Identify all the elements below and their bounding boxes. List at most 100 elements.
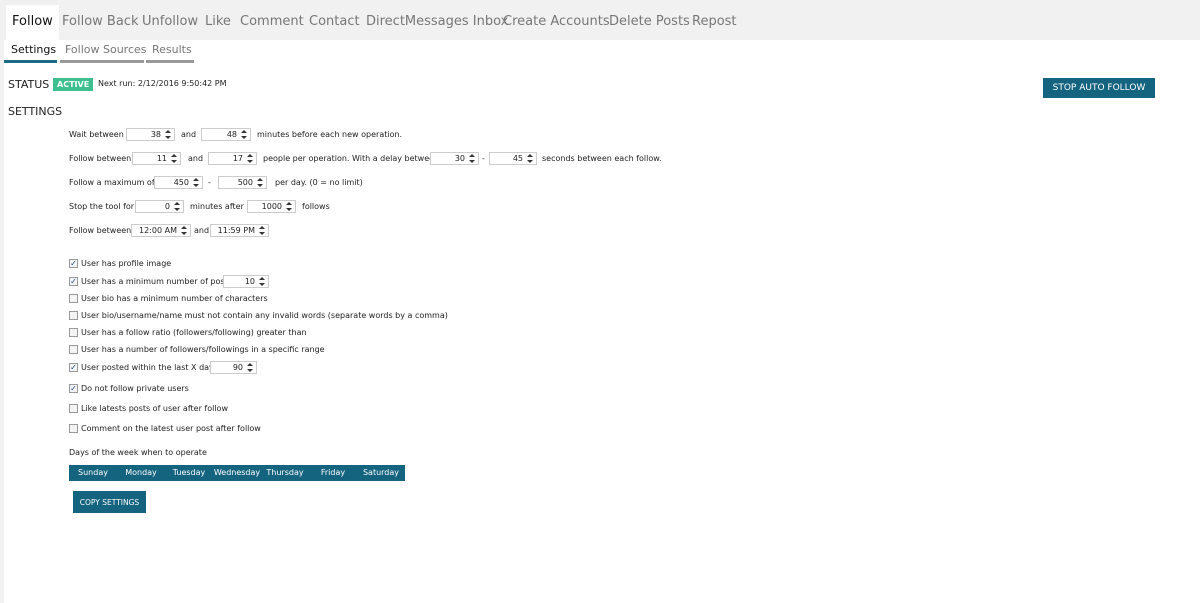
checkbox-label: User bio/username/name must not contain … [81, 311, 448, 320]
tab-unfollow[interactable]: Unfollow [142, 14, 198, 29]
tab-follow-back[interactable]: Follow Back [62, 14, 138, 29]
checkbox-label: User bio has a minimum number of charact… [81, 294, 268, 303]
tab-comment[interactable]: Comment [240, 14, 304, 29]
wait-max-stepper[interactable]: 48 [201, 128, 251, 141]
max-prefix: Follow a maximum of [69, 178, 155, 187]
spinner-arrows-icon[interactable] [258, 276, 265, 287]
posted-days-stepper[interactable]: 90 [210, 361, 257, 374]
checkbox-invalid-words[interactable] [69, 311, 78, 320]
follow-and: and [188, 154, 204, 163]
max-min-stepper[interactable]: 450 [154, 176, 203, 189]
day-sunday[interactable]: Sunday [69, 465, 117, 481]
checkbox-comment-post[interactable] [69, 424, 78, 433]
day-tuesday[interactable]: Tuesday [165, 465, 213, 481]
max-dash: - [208, 178, 211, 187]
content-panel: Settings Follow Sources Results STATUS A… [4, 40, 1200, 603]
subtab-settings[interactable]: Settings [11, 43, 56, 56]
checkbox-min-posts[interactable]: ✓ [69, 277, 78, 286]
spinner-arrows-icon[interactable] [256, 177, 263, 188]
stop-minutes-stepper[interactable]: 0 [135, 200, 184, 213]
subtab-results[interactable]: Results [152, 43, 192, 56]
settings-heading: SETTINGS [8, 105, 63, 118]
time-and: and [194, 226, 210, 235]
tab-direct-messages-inbox[interactable]: DirectMessages Inbox [366, 14, 508, 29]
stop-minutes-value: 0 [164, 202, 170, 211]
checkbox-label: Like latests posts of user after follow [81, 404, 228, 413]
day-saturday[interactable]: Saturday [357, 465, 405, 481]
max-min-value: 450 [173, 178, 189, 187]
spinner-arrows-icon[interactable] [246, 362, 253, 373]
follow-prefix: Follow between [69, 154, 132, 163]
checkbox-label: Comment on the latest user post after fo… [81, 424, 261, 433]
checkbox-bio-min-chars[interactable] [69, 294, 78, 303]
delay-min-value: 30 [454, 154, 465, 163]
spinner-arrows-icon[interactable] [192, 177, 199, 188]
checkbox-label: User has profile image [81, 259, 172, 268]
subtab-follow-sources-underline [60, 60, 144, 63]
time-end-picker[interactable]: 11:59 PM [210, 224, 269, 237]
checkbox-follow-ratio[interactable] [69, 328, 78, 337]
follow-min-stepper[interactable]: 11 [132, 152, 181, 165]
tab-create-accounts[interactable]: Create Accounts [503, 14, 610, 29]
spinner-arrows-icon[interactable] [246, 153, 253, 164]
subtab-follow-sources[interactable]: Follow Sources [65, 43, 147, 56]
wait-min-value: 38 [150, 130, 161, 139]
spinner-arrows-icon[interactable] [526, 153, 533, 164]
follow-max-stepper[interactable]: 17 [208, 152, 257, 165]
wait-and: and [181, 130, 197, 139]
follow-suffix: seconds between each follow. [542, 154, 662, 163]
follow-max-value: 17 [232, 154, 243, 163]
day-friday[interactable]: Friday [309, 465, 357, 481]
copy-settings-button[interactable]: COPY SETTINGS [73, 491, 146, 513]
checkbox-label: User has a follow ratio (followers/follo… [81, 328, 307, 337]
stop-mid: minutes after [190, 202, 244, 211]
stop-prefix: Stop the tool for [69, 202, 135, 211]
day-monday[interactable]: Monday [117, 465, 165, 481]
max-max-value: 500 [237, 178, 253, 187]
max-suffix: per day. (0 = no limit) [275, 178, 363, 187]
day-wednesday[interactable]: Wednesday [213, 465, 261, 481]
time-prefix: Follow between [69, 226, 132, 235]
delay-max-value: 45 [512, 154, 523, 163]
day-thursday[interactable]: Thursday [261, 465, 309, 481]
spinner-arrows-icon[interactable] [258, 225, 265, 236]
checkbox-label: User has a number of followers/following… [81, 345, 325, 354]
spinner-arrows-icon[interactable] [170, 153, 177, 164]
delay-min-stepper[interactable]: 30 [430, 152, 479, 165]
tab-follow[interactable]: Follow [6, 5, 59, 44]
checkbox-posted-within[interactable]: ✓ [69, 363, 78, 372]
spinner-arrows-icon[interactable] [173, 201, 180, 212]
wait-suffix: minutes before each new operation. [257, 130, 403, 139]
delay-max-stepper[interactable]: 45 [489, 152, 537, 165]
min-posts-stepper[interactable]: 10 [223, 275, 269, 288]
wait-prefix: Wait between [69, 130, 124, 139]
wait-max-value: 48 [226, 130, 237, 139]
spinner-arrows-icon[interactable] [180, 225, 187, 236]
spinner-arrows-icon[interactable] [240, 129, 247, 140]
checkbox-like-posts[interactable] [69, 404, 78, 413]
tab-contact[interactable]: Contact [309, 14, 360, 29]
time-start-value: 12:00 AM [139, 226, 177, 235]
spinner-arrows-icon[interactable] [468, 153, 475, 164]
days-of-week-bar: Sunday Monday Tuesday Wednesday Thursday… [69, 465, 405, 481]
max-max-stepper[interactable]: 500 [218, 176, 267, 189]
status-label: STATUS [8, 78, 50, 91]
stop-suffix: follows [302, 202, 330, 211]
wait-min-stepper[interactable]: 38 [126, 128, 175, 141]
tab-like[interactable]: Like [205, 14, 231, 29]
tab-delete-posts[interactable]: Delete Posts [609, 14, 690, 29]
spinner-arrows-icon[interactable] [164, 129, 171, 140]
days-label: Days of the week when to operate [69, 448, 207, 457]
checkbox-private-users[interactable]: ✓ [69, 384, 78, 393]
checkbox-profile-image[interactable]: ✓ [69, 259, 78, 268]
stop-auto-follow-button[interactable]: STOP AUTO FOLLOW [1043, 78, 1155, 98]
top-navigation: Follow Follow Back Unfollow Like Comment… [0, 0, 1200, 44]
spinner-arrows-icon[interactable] [285, 201, 292, 212]
next-run-text: Next run: 2/12/2016 9:50:42 PM [98, 79, 227, 88]
checkbox-followers-range[interactable] [69, 345, 78, 354]
checkbox-label: User has a minimum number of posts [81, 277, 232, 286]
tab-repost[interactable]: Repost [692, 14, 737, 29]
stop-follows-value: 1000 [261, 202, 282, 211]
stop-follows-stepper[interactable]: 1000 [247, 200, 296, 213]
time-start-picker[interactable]: 12:00 AM [131, 224, 191, 237]
